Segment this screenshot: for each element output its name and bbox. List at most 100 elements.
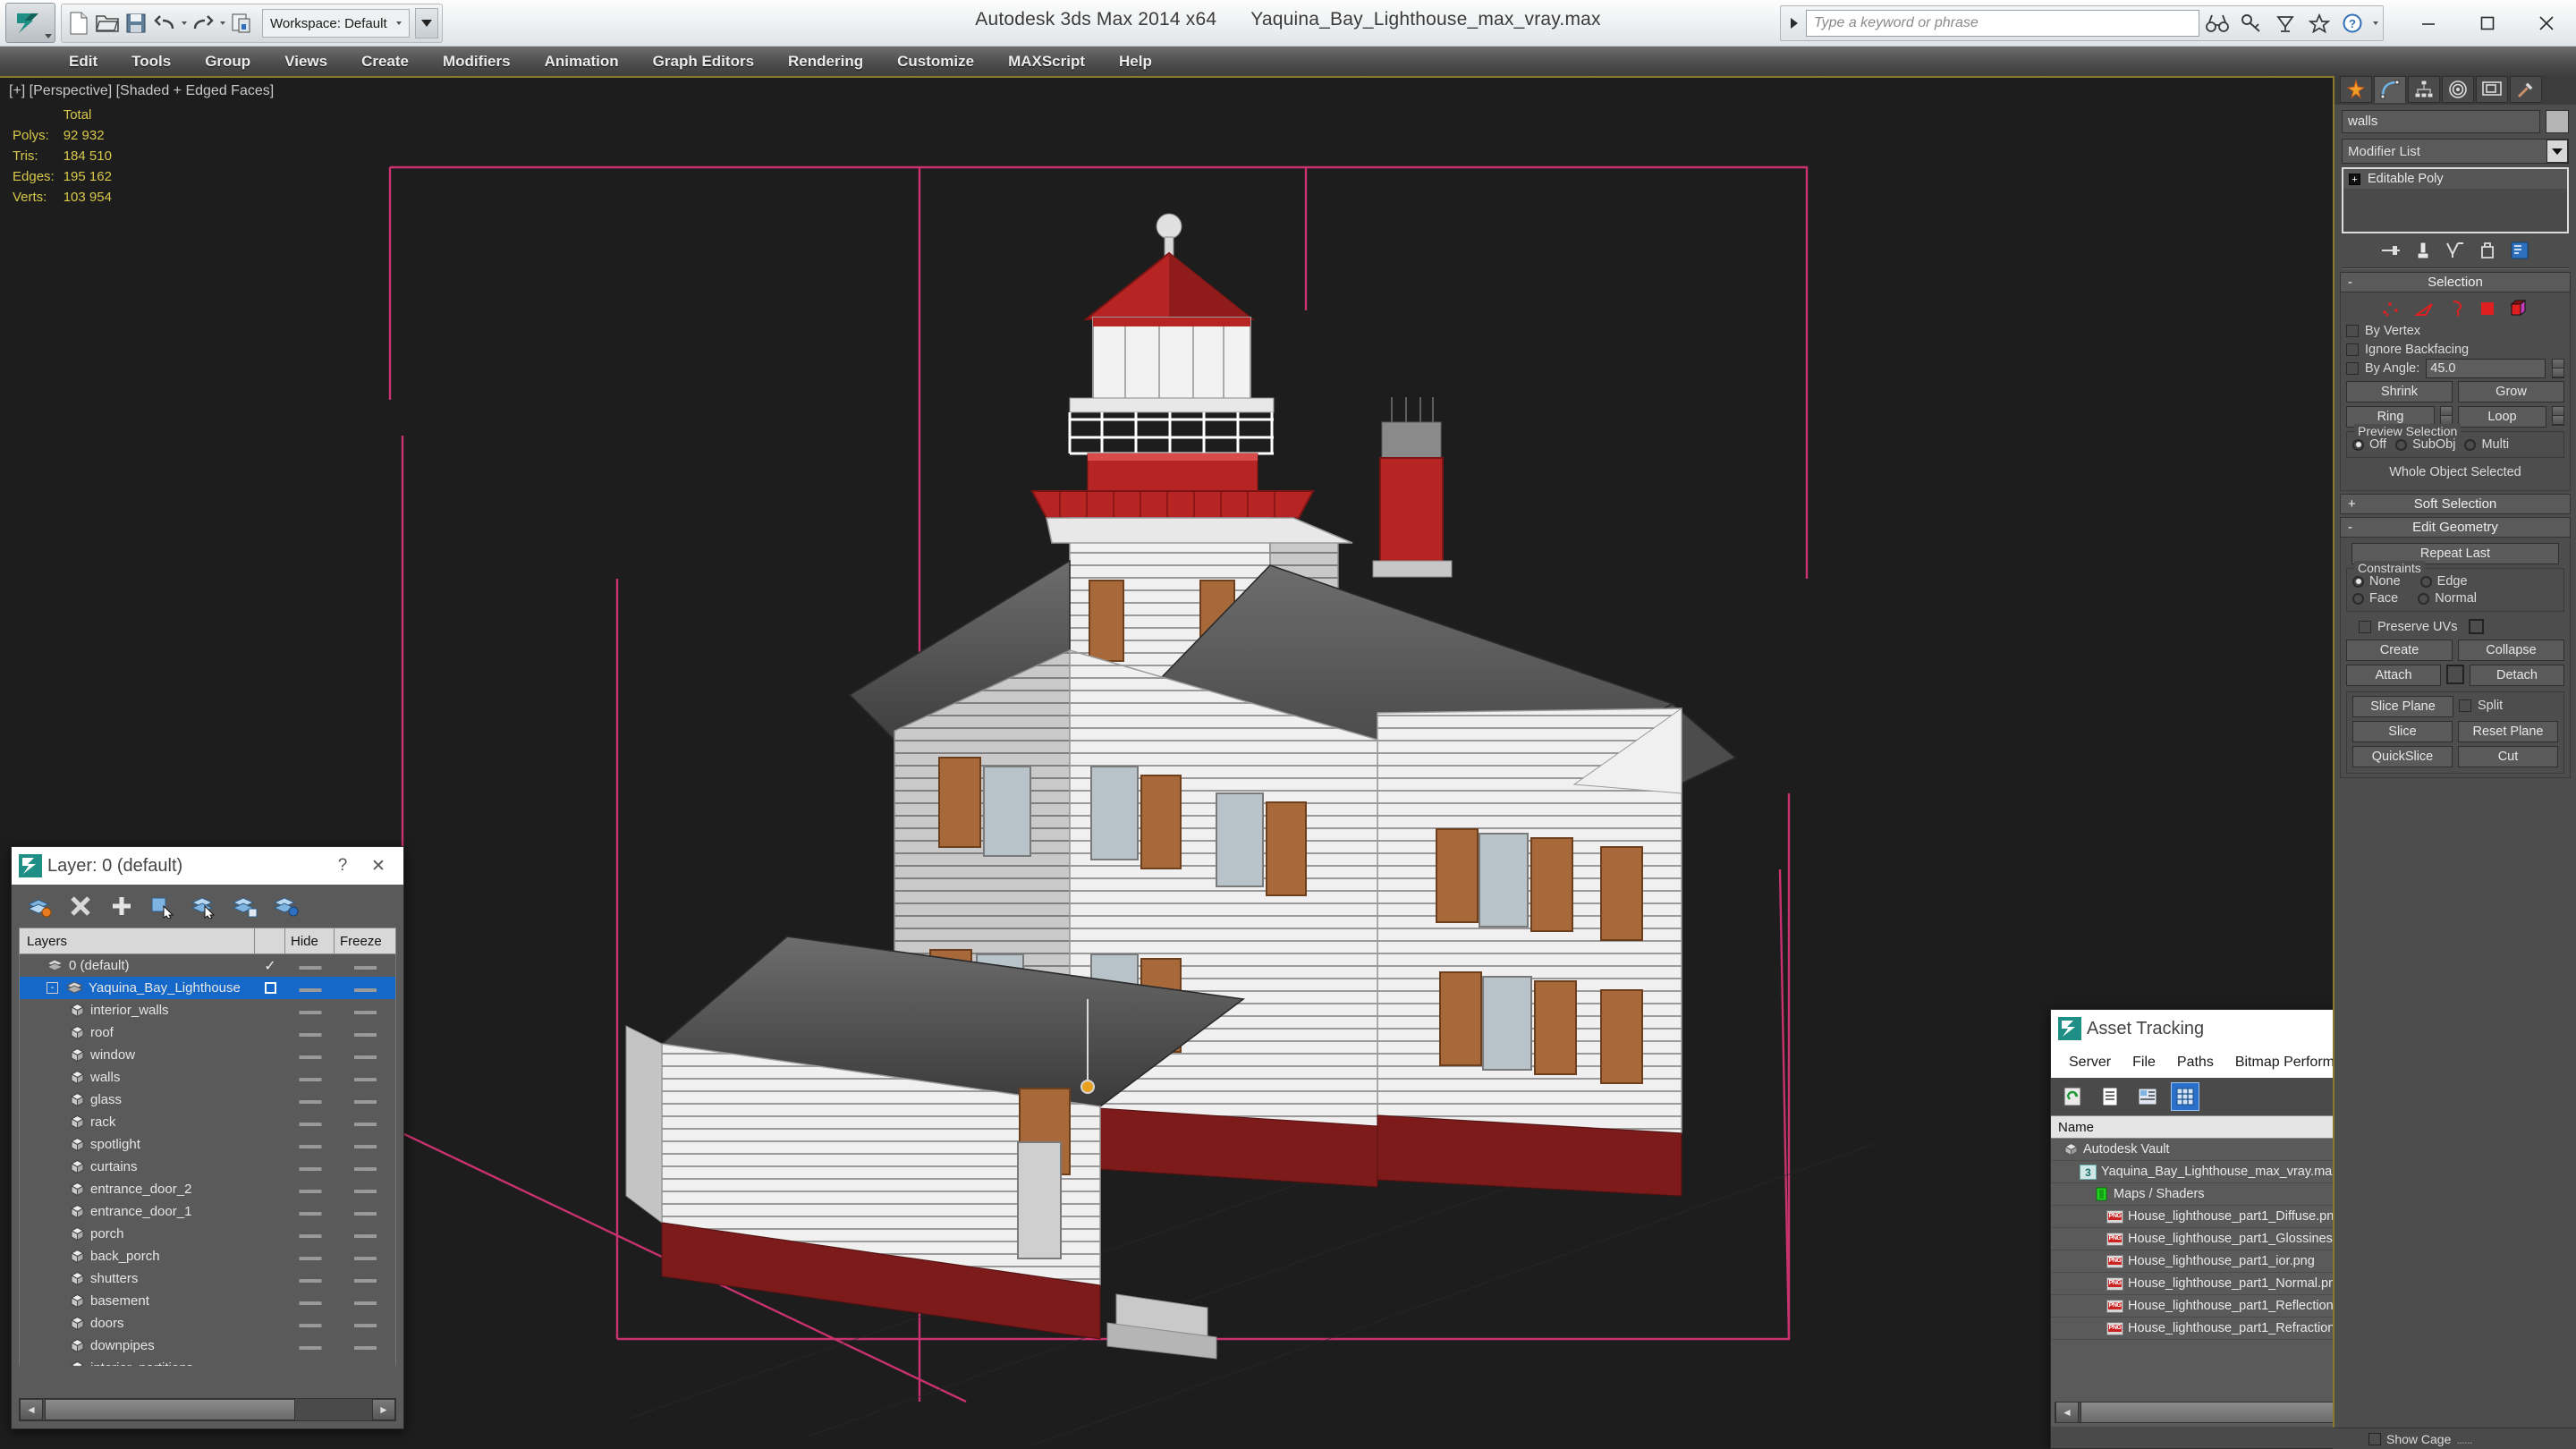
preview-multi-radio-row[interactable]: Multi [2464, 437, 2509, 452]
minimize-button[interactable] [2399, 0, 2458, 47]
layer-row[interactable]: downpipes ▬▬ ▬▬ [20, 1335, 395, 1357]
object-color-swatch[interactable] [2546, 110, 2569, 133]
by-vertex-checkbox[interactable] [2346, 324, 2359, 337]
modifier-stack-item[interactable]: + Editable Poly [2343, 169, 2567, 189]
shrink-button[interactable]: Shrink [2346, 381, 2453, 402]
layer-hide-cell[interactable]: ▬▬ [285, 1093, 335, 1106]
layer-hide-cell[interactable]: ▬▬ [285, 1250, 335, 1263]
layer-row[interactable]: 0 (default) ✓ ▬▬ ▬▬ [20, 954, 395, 977]
layer-hide-cell[interactable]: ▬▬ [285, 1317, 335, 1330]
menu-item-tools[interactable]: Tools [114, 47, 188, 76]
menu-item-create[interactable]: Create [344, 47, 426, 76]
layer-name-cell[interactable]: glass [20, 1092, 255, 1107]
layer-hide-cell[interactable]: ▬▬ [285, 981, 335, 995]
search-expand-icon[interactable] [1784, 10, 1804, 37]
layer-name-cell[interactable]: interior_walls [20, 1003, 255, 1018]
layer-row[interactable]: - Yaquina_Bay_Lighthouse ▬▬ ▬▬ [20, 977, 395, 999]
edge-subobject-icon[interactable] [2414, 300, 2436, 318]
layer-row[interactable]: rack ▬▬ ▬▬ [20, 1111, 395, 1133]
preview-subobj-radio-row[interactable]: SubObj [2395, 437, 2455, 452]
key-icon[interactable] [2235, 9, 2267, 38]
help-icon[interactable]: ? [2337, 9, 2369, 38]
layer-row[interactable]: entrance_door_2 ▬▬ ▬▬ [20, 1178, 395, 1200]
layer-scroll-left-button[interactable]: ◄ [20, 1399, 43, 1420]
layer-visible-toggle[interactable] [255, 982, 285, 994]
layer-freeze-cell[interactable]: ▬▬ [335, 1272, 395, 1285]
layer-hide-cell[interactable]: ▬▬ [285, 1339, 335, 1352]
layer-row[interactable]: doors ▬▬ ▬▬ [20, 1312, 395, 1335]
layer-scroll-thumb[interactable] [45, 1399, 295, 1420]
tab-motion[interactable] [2442, 76, 2474, 103]
split-row[interactable]: Split [2459, 696, 2558, 715]
add-selection-to-layer-icon[interactable] [105, 889, 139, 923]
command-panel[interactable]: walls Modifier List + Editable Poly - Se… [2333, 76, 2576, 1449]
layer-freeze-cell[interactable]: ▬▬ [335, 1182, 395, 1196]
binoculars-icon[interactable] [2201, 9, 2233, 38]
object-name-field[interactable]: walls [2342, 110, 2540, 133]
soft-selection-rollout-toggle[interactable]: + [2348, 496, 2356, 512]
layer-row[interactable]: porch ▬▬ ▬▬ [20, 1223, 395, 1245]
collapse-button[interactable]: Collapse [2458, 640, 2564, 661]
stack-expand-icon[interactable]: + [2349, 173, 2360, 185]
preserve-uvs-row[interactable]: Preserve UVs [2346, 617, 2564, 636]
split-checkbox[interactable] [2459, 699, 2471, 712]
layer-dialog-close-button[interactable]: ✕ [360, 848, 396, 884]
layer-name-cell[interactable]: basement [20, 1293, 255, 1309]
tab-hierarchy[interactable] [2408, 76, 2440, 103]
menu-item-edit[interactable]: Edit [52, 47, 114, 76]
layer-freeze-cell[interactable]: ▬▬ [335, 1205, 395, 1218]
satellite-dish-icon[interactable] [2269, 9, 2301, 38]
preview-multi-radio[interactable] [2464, 438, 2477, 451]
layer-hide-cell[interactable]: ▬▬ [285, 1004, 335, 1017]
layer-row[interactable]: glass ▬▬ ▬▬ [20, 1089, 395, 1111]
selection-rollout-toggle[interactable]: - [2348, 275, 2352, 290]
layer-list[interactable]: 0 (default) ✓ ▬▬ ▬▬ - Yaquina_Bay_Lighthouse ▬… [19, 954, 396, 1366]
constraint-normal-row[interactable]: Normal [2418, 591, 2477, 606]
modifier-stack[interactable]: + Editable Poly [2342, 167, 2569, 233]
quickslice-button[interactable]: QuickSlice [2352, 746, 2453, 767]
by-angle-checkbox[interactable] [2346, 361, 2359, 375]
list-view-icon[interactable] [2096, 1082, 2124, 1111]
favorites-star-icon[interactable] [2303, 9, 2335, 38]
layer-name-cell[interactable]: - Yaquina_Bay_Lighthouse [20, 980, 255, 996]
layer-row[interactable]: interior_partitions ▬▬▬▬ [20, 1357, 395, 1366]
menu-item-graph-editors[interactable]: Graph Editors [636, 47, 771, 76]
layer-name-cell[interactable]: interior_partitions [20, 1360, 255, 1366]
slice-plane-button[interactable]: Slice Plane [2352, 696, 2453, 717]
constraint-edge-radio[interactable] [2419, 575, 2432, 588]
layer-row[interactable]: walls ▬▬ ▬▬ [20, 1066, 395, 1089]
layer-name-cell[interactable]: window [20, 1047, 255, 1063]
slice-button[interactable]: Slice [2352, 721, 2453, 742]
reset-plane-button[interactable]: Reset Plane [2458, 721, 2558, 742]
by-angle-row[interactable]: By Angle: 45.0 [2346, 358, 2564, 378]
layer-hide-cell[interactable]: ▬▬ [285, 1071, 335, 1084]
layer-hide-cell[interactable]: ▬▬ [285, 1182, 335, 1196]
layer-name-cell[interactable]: roof [20, 1025, 255, 1040]
highlight-selected-objects-layers-icon[interactable] [228, 889, 262, 923]
layer-freeze-cell[interactable]: ▬▬ [335, 1227, 395, 1241]
ignore-backfacing-checkbox[interactable] [2346, 343, 2359, 356]
menu-item-help[interactable]: Help [1102, 47, 1169, 76]
grow-button[interactable]: Grow [2458, 381, 2564, 402]
edit-geometry-rollout-toggle[interactable]: - [2348, 520, 2352, 535]
remove-modifier-icon[interactable] [2478, 241, 2497, 260]
layer-name-cell[interactable]: spotlight [20, 1137, 255, 1152]
vertex-subobject-icon[interactable] [2380, 300, 2402, 318]
asset-menu-paths[interactable]: Paths [2166, 1055, 2224, 1071]
layer-freeze-cell[interactable]: ▬▬ [335, 1361, 395, 1366]
constraint-normal-radio[interactable] [2418, 592, 2430, 605]
by-angle-value-field[interactable]: 45.0 [2426, 358, 2546, 378]
configure-modifier-sets-icon[interactable] [2510, 241, 2529, 260]
layer-name-cell[interactable]: porch [20, 1226, 255, 1241]
soft-selection-rollout-header[interactable]: + Soft Selection [2340, 494, 2571, 514]
layer-row[interactable]: entrance_door_1 ▬▬ ▬▬ [20, 1200, 395, 1223]
menu-item-views[interactable]: Views [267, 47, 344, 76]
constraint-none-radio[interactable] [2352, 575, 2364, 588]
by-vertex-row[interactable]: By Vertex [2346, 321, 2564, 340]
layer-hide-cell[interactable]: ▬▬ [285, 959, 335, 972]
layer-visible-toggle[interactable]: ✓ [255, 957, 285, 975]
element-subobject-icon[interactable] [2509, 299, 2530, 318]
loop-button[interactable]: Loop [2458, 406, 2546, 428]
menu-item-customize[interactable]: Customize [880, 47, 991, 76]
layer-name-cell[interactable]: entrance_door_2 [20, 1182, 255, 1197]
